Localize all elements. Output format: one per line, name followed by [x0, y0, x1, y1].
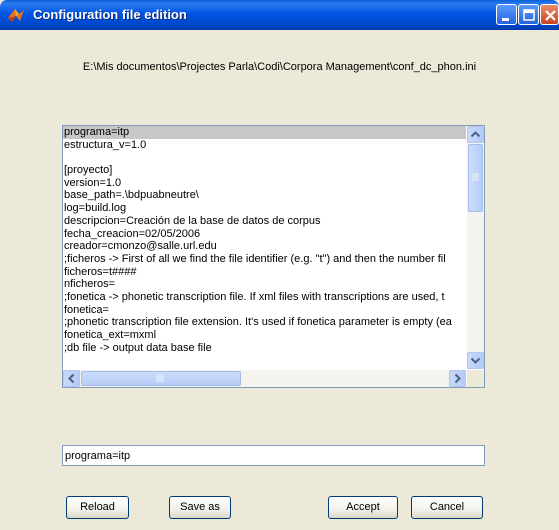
grip-icon — [472, 173, 479, 181]
chevron-right-icon — [454, 373, 461, 384]
minimize-icon — [502, 18, 509, 21]
list-item[interactable]: fonetica= — [63, 304, 466, 317]
scroll-right-button[interactable] — [449, 370, 466, 387]
grip-icon — [156, 375, 164, 382]
list-item[interactable]: ;ficheros -> First of all we find the fi… — [63, 253, 466, 266]
horizontal-scrollbar[interactable] — [63, 370, 466, 387]
cancel-button[interactable]: Cancel — [411, 496, 483, 519]
list-item[interactable]: ;phonetic transcription file extension. … — [63, 316, 466, 329]
chevron-down-icon — [470, 357, 481, 364]
scroll-up-button[interactable] — [467, 126, 484, 143]
window-title: Configuration file edition — [33, 7, 187, 22]
list-item[interactable]: nficheros= — [63, 278, 466, 291]
list-item[interactable]: ;db file -> output data base file — [63, 342, 466, 355]
accept-button[interactable]: Accept — [328, 496, 398, 519]
window-content: E:\Mis documentos\Projectes Parla\Codi\C… — [0, 30, 559, 530]
close-icon — [545, 10, 556, 21]
list-item[interactable]: programa=itp — [63, 126, 466, 139]
scroll-left-button[interactable] — [63, 370, 80, 387]
line-edit-field[interactable] — [62, 445, 485, 466]
maximize-icon — [523, 9, 535, 21]
file-path-label: E:\Mis documentos\Projectes Parla\Codi\C… — [82, 61, 477, 73]
list-item[interactable]: fecha_creacion=02/05/2006 — [63, 228, 466, 241]
close-button[interactable] — [540, 4, 559, 25]
vertical-scrollbar[interactable] — [467, 126, 484, 369]
minimize-button[interactable] — [496, 4, 517, 25]
matlab-icon — [8, 9, 24, 22]
config-listbox[interactable]: programa=itp estructura_v=1.0 [proyecto] ve… — [62, 125, 485, 388]
list-item[interactable]: ;fonetica -> phonetic transcription file… — [63, 291, 466, 304]
list-item[interactable]: base_path=.\bdpuabneutre\ — [63, 189, 466, 202]
chevron-up-icon — [470, 131, 481, 138]
list-item[interactable] — [63, 151, 466, 164]
maximize-button[interactable] — [518, 4, 539, 25]
horizontal-scroll-thumb[interactable] — [81, 371, 241, 386]
scrollbar-corner — [467, 370, 484, 387]
list-item[interactable]: log=build.log — [63, 202, 466, 215]
list-item[interactable]: estructura_v=1.0 — [63, 139, 466, 152]
scroll-down-button[interactable] — [467, 352, 484, 369]
list-item[interactable]: version=1.0 — [63, 177, 466, 190]
save-as-button[interactable]: Save as — [169, 496, 231, 519]
list-item[interactable]: creador=cmonzo@salle.url.edu — [63, 240, 466, 253]
list-item[interactable]: fonetica_ext=mxml — [63, 329, 466, 342]
chevron-left-icon — [68, 373, 75, 384]
reload-button[interactable]: Reload — [66, 496, 129, 519]
list-item[interactable]: [proyecto] — [63, 164, 466, 177]
list-content: programa=itp estructura_v=1.0 [proyecto] ve… — [63, 126, 466, 369]
list-item[interactable]: ficheros=t#### — [63, 266, 466, 279]
list-item[interactable]: descripcion=Creación de la base de datos… — [63, 215, 466, 228]
vertical-scroll-thumb[interactable] — [468, 144, 483, 212]
title-bar[interactable]: Configuration file edition — [0, 0, 559, 30]
